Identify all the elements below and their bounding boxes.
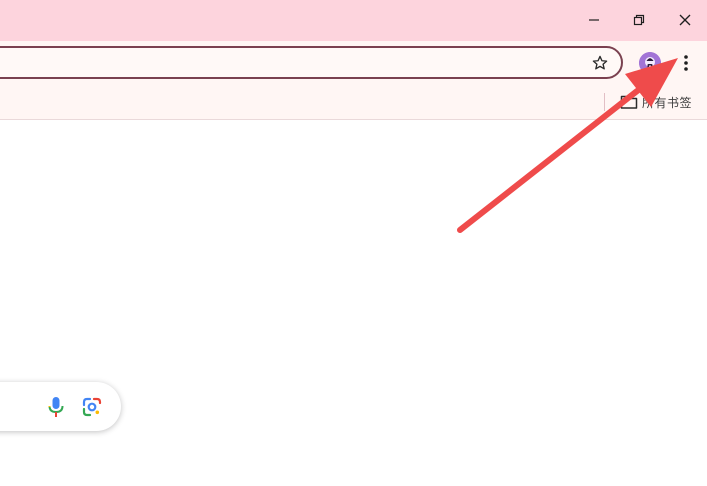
browser-menu-button[interactable] bbox=[676, 51, 696, 75]
microphone-icon[interactable] bbox=[47, 396, 65, 418]
search-box[interactable] bbox=[0, 382, 121, 431]
star-icon bbox=[592, 55, 608, 70]
all-bookmarks-button[interactable]: 所有书签 bbox=[620, 92, 692, 112]
all-bookmarks-label: 所有书签 bbox=[642, 95, 693, 110]
close-button[interactable] bbox=[671, 6, 699, 34]
google-lens-icon[interactable] bbox=[82, 397, 102, 417]
restore-icon bbox=[633, 14, 645, 26]
profile-avatar-button[interactable] bbox=[639, 52, 661, 74]
minimize-icon bbox=[589, 19, 599, 21]
bookmarks-bar: 所有书签 bbox=[0, 85, 707, 120]
title-bar bbox=[0, 0, 707, 41]
folder-icon bbox=[620, 95, 638, 109]
minimize-button[interactable] bbox=[580, 6, 608, 34]
profile-avatar-icon bbox=[639, 52, 661, 74]
restore-button[interactable] bbox=[625, 6, 653, 34]
close-icon bbox=[679, 14, 691, 26]
bookmarks-divider bbox=[604, 93, 605, 111]
browser-window: 所有书签 bbox=[0, 0, 707, 486]
address-bar[interactable] bbox=[0, 46, 623, 79]
browser-toolbar bbox=[0, 41, 707, 85]
bookmark-star-button[interactable] bbox=[588, 51, 612, 75]
vertical-dots-icon bbox=[684, 55, 688, 71]
